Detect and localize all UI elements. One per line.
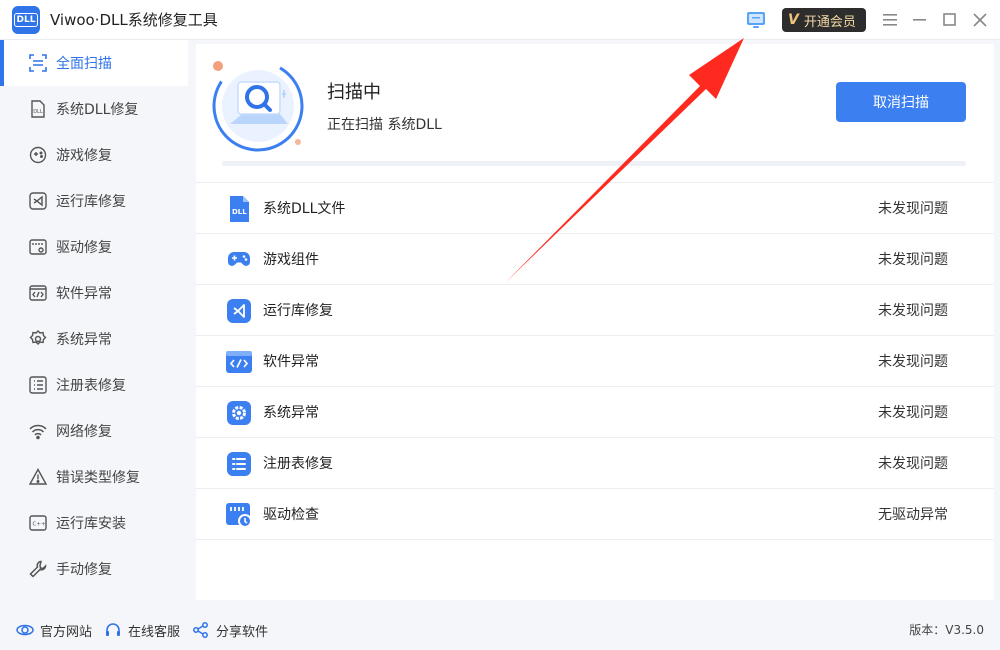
share-icon [193,622,208,638]
main-panel: 扫描中 正在扫描 系统DLL 取消扫描 DLL 系统DLL文件 未发现问题 游戏… [196,44,994,600]
sidebar-item-label: 系统DLL修复 [56,102,139,118]
result-label: 系统DLL文件 [263,201,346,217]
result-status: 未发现问题 [878,456,948,472]
online-support-link[interactable]: 在线客服 [104,610,180,650]
list-item: 游戏组件 未发现问题 [196,234,994,285]
sidebar-item-label: 游戏修复 [56,148,112,164]
scan-status-subtitle: 正在扫描 系统DLL [327,117,442,133]
sidebar: 全面扫描 DLL 系统DLL修复 游戏修复 运行库修复 驱动修复 软件异常 系统… [0,40,188,610]
result-label: 系统异常 [263,405,319,421]
version-text: 版本：V3.5.0 [909,623,984,637]
minimize-icon[interactable] [910,10,930,30]
app-logo: DLL [12,6,40,34]
title-bar: DLL Viwoo·DLL系统修复工具 V 开通会员 [0,0,1000,40]
result-status: 未发现问题 [878,252,948,268]
gamepad-icon [28,145,48,165]
list-item: DLL 系统DLL文件 未发现问题 [196,183,994,234]
sidebar-item-label: 软件异常 [56,286,112,302]
result-status: 未发现问题 [878,405,948,421]
sidebar-item-runtime-install[interactable]: C++ 运行库安装 [0,500,188,546]
gear-icon [28,329,48,349]
list-item: 运行库修复 未发现问题 [196,285,994,336]
code-window-icon [28,283,48,303]
list-item: 注册表修复 未发现问题 [196,438,994,489]
sidebar-item-software-error[interactable]: 软件异常 [0,270,188,316]
list-item: 软件异常 未发现问题 [196,336,994,387]
result-label: 运行库修复 [263,303,333,319]
sidebar-item-error-type-repair[interactable]: 错误类型修复 [0,454,188,500]
cancel-scan-button[interactable]: 取消扫描 [836,82,966,122]
close-icon[interactable] [970,10,990,30]
result-label: 驱动检查 [263,507,319,523]
result-label: 游戏组件 [263,252,319,268]
dll-file-icon: DLL [224,194,254,224]
sidebar-item-system-error[interactable]: 系统异常 [0,316,188,362]
wrench-icon [28,559,48,579]
official-website-link[interactable]: 官方网站 [16,610,92,650]
footer: 官方网站 在线客服 分享软件 版本：V3.5.0 [0,610,1000,650]
footer-link-label: 分享软件 [216,624,269,640]
headset-icon [106,623,120,636]
full-scan-icon [28,53,48,73]
feedback-monitor-icon[interactable] [745,10,767,30]
sidebar-item-label: 运行库修复 [56,194,126,210]
sidebar-item-label: 错误类型修复 [56,470,140,486]
scan-header: 扫描中 正在扫描 系统DLL 取消扫描 [196,44,994,182]
vip-button[interactable]: V 开通会员 [782,8,866,32]
sidebar-item-registry-repair[interactable]: 注册表修复 [0,362,188,408]
app-logo-text: DLL [13,13,39,27]
result-status: 无驱动异常 [878,507,948,523]
sidebar-item-network-repair[interactable]: 网络修复 [0,408,188,454]
scan-status-title: 扫描中 [327,82,381,103]
result-status: 未发现问题 [878,354,948,370]
result-status: 未发现问题 [878,303,948,319]
runtime-icon [28,191,48,211]
dll-file-icon: DLL [28,99,48,119]
scan-magnifier-icon [208,56,308,156]
scan-results-list: DLL 系统DLL文件 未发现问题 游戏组件 未发现问题 运行库修复 未发现问题… [196,182,994,540]
share-software-link[interactable]: 分享软件 [192,610,268,650]
sidebar-item-label: 运行库安装 [56,516,126,532]
result-label: 软件异常 [263,354,319,370]
driver-check-icon [224,500,254,530]
registry-list-icon [28,375,48,395]
menu-icon[interactable] [880,10,900,30]
list-item: 驱动检查 无驱动异常 [196,489,994,540]
code-window-icon [224,347,254,377]
sidebar-item-manual-repair[interactable]: 手动修复 [0,546,188,592]
sidebar-item-label: 网络修复 [56,424,112,440]
footer-link-label: 在线客服 [128,624,181,640]
svg-text:DLL: DLL [33,109,43,115]
sidebar-item-label: 系统异常 [56,332,112,348]
svg-text:DLL: DLL [232,208,247,216]
sidebar-item-dll-repair[interactable]: DLL 系统DLL修复 [0,86,188,132]
vip-label: 开通会员 [803,14,856,30]
driver-icon [28,237,48,257]
registry-list-icon [224,449,254,479]
runtime-icon [224,296,254,326]
cpp-runtime-icon: C++ [28,513,48,533]
sidebar-item-label: 全面扫描 [56,56,112,72]
gamepad-icon [224,245,254,275]
sidebar-item-full-scan[interactable]: 全面扫描 [0,40,188,86]
wifi-icon [28,421,48,441]
app-title: Viwoo·DLL系统修复工具 [50,11,218,29]
vip-crown-icon: V [788,12,799,28]
gear-icon [224,398,254,428]
scan-progress-bar [222,161,966,166]
sidebar-item-label: 手动修复 [56,562,112,578]
sidebar-item-game-repair[interactable]: 游戏修复 [0,132,188,178]
maximize-icon[interactable] [940,10,960,30]
svg-text:C++: C++ [33,522,46,528]
sidebar-item-runtime-repair[interactable]: 运行库修复 [0,178,188,224]
sidebar-item-label: 驱动修复 [56,240,112,256]
globe-icon [16,624,34,636]
footer-link-label: 官方网站 [40,624,93,640]
sidebar-item-label: 注册表修复 [56,378,126,394]
warning-icon [28,467,48,487]
result-label: 注册表修复 [263,456,333,472]
list-item: 系统异常 未发现问题 [196,387,994,438]
result-status: 未发现问题 [878,201,948,217]
sidebar-item-driver-repair[interactable]: 驱动修复 [0,224,188,270]
